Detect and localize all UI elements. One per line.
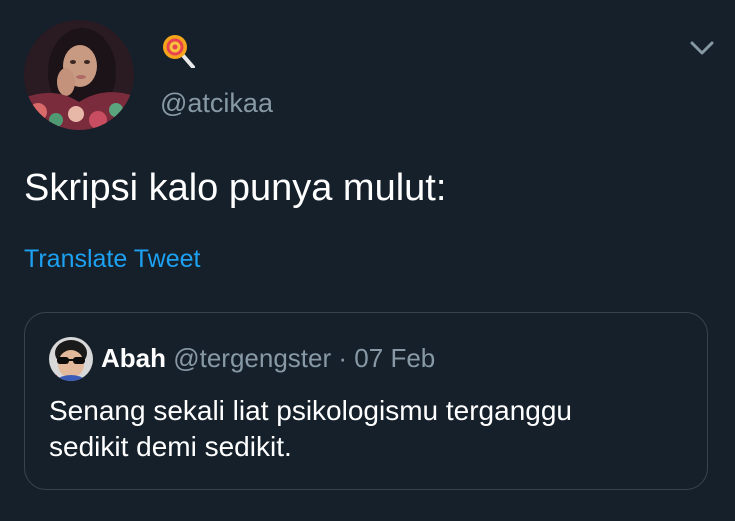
quoted-tweet-text-line: Senang sekali liat psikologismu tergangg… [49,395,572,426]
tweet-card: @atcikaa Skripsi kalo punya mulut: Trans… [0,0,735,521]
quoted-tweet-text: Senang sekali liat psikologismu tergangg… [49,393,689,465]
tweet-menu-button[interactable] [688,38,716,58]
quoted-tweet-header: Abah @tergengster · 07 Feb [101,341,435,375]
sunglasses-avatar-icon [49,337,93,381]
separator-dot: · [338,343,348,373]
translate-tweet-link[interactable]: Translate Tweet [24,243,200,275]
quoted-tweet-text-line: sedikit demi sedikit. [49,431,292,462]
author-handle[interactable]: @atcikaa [160,86,273,120]
tweet-text: Skripsi kalo punya mulut: [24,167,447,209]
author-display-name-emoji[interactable] [160,32,196,69]
author-avatar[interactable] [24,20,134,130]
lollipop-emoji-icon [163,35,195,69]
quoted-tweet-date[interactable]: 07 Feb [354,343,435,373]
quoted-tweet[interactable]: Abah @tergengster · 07 Feb Senang sekali… [24,312,708,490]
quoted-author-avatar[interactable] [49,337,93,381]
quoted-author-handle[interactable]: @tergengster [173,343,331,373]
quoted-author-name[interactable]: Abah [101,343,166,373]
avatar-photo [24,20,134,130]
chevron-down-icon [690,41,714,55]
